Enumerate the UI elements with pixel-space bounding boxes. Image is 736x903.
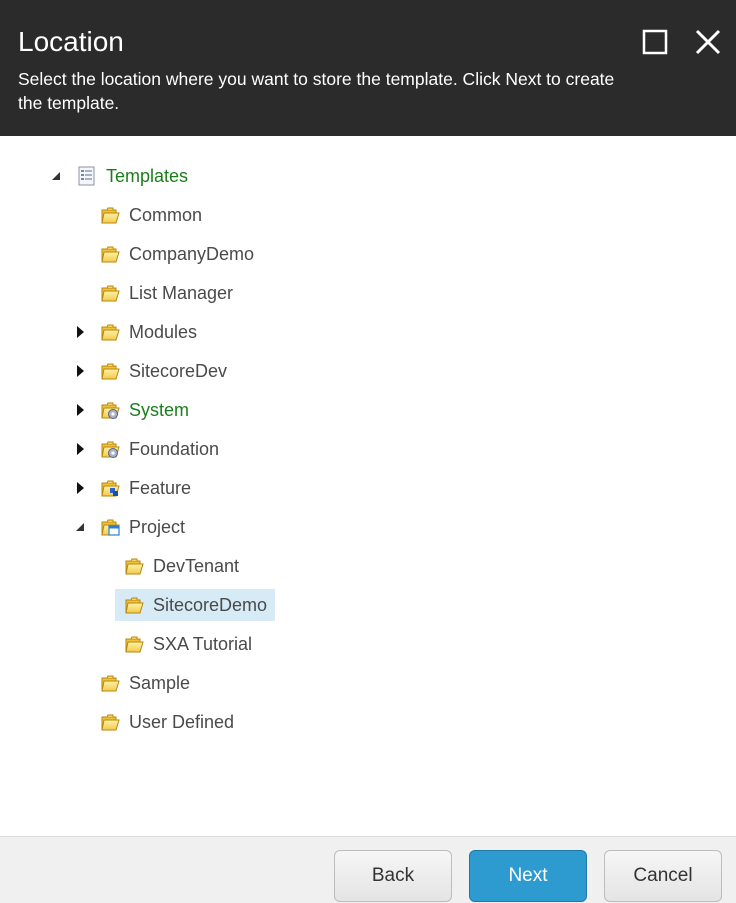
tree-node-label: Feature — [129, 477, 192, 498]
tree-node-label: Common — [129, 204, 203, 225]
tree-node-label: Project — [129, 516, 186, 537]
dialog-header: Location Select the location where you w… — [0, 0, 736, 136]
folder-icon — [99, 360, 121, 382]
tree-node-list-manager[interactable]: List Manager — [99, 277, 233, 309]
tree-node-foundation[interactable]: Foundation — [99, 433, 219, 465]
folder-icon — [99, 282, 121, 304]
collapsed-arrow-icon[interactable] — [73, 442, 87, 456]
cancel-button[interactable]: Cancel — [604, 850, 722, 902]
maximize-icon — [642, 29, 668, 55]
template-icon — [78, 166, 95, 186]
tree-node-sitecoredemo[interactable]: SitecoreDemo — [115, 589, 276, 621]
collapsed-arrow-icon[interactable] — [73, 481, 87, 495]
tree-node-label: SXA Tutorial — [153, 633, 253, 654]
collapsed-arrow-icon[interactable] — [73, 403, 87, 417]
tree-node-sample[interactable]: Sample — [99, 667, 190, 699]
maximize-button[interactable] — [639, 26, 671, 58]
folder-icon — [123, 633, 145, 655]
back-button[interactable]: Back — [334, 850, 452, 902]
template-tree: Templates Common CompanyDemo List Manage… — [0, 136, 736, 836]
tree-node-project[interactable]: Project — [99, 511, 185, 543]
tree-node-label: Sample — [129, 672, 191, 693]
tree-node-modules[interactable]: Modules — [99, 316, 197, 348]
tree-node-label: SitecoreDev — [129, 360, 228, 381]
folder-window-icon — [99, 516, 120, 536]
folder-icon — [99, 711, 121, 733]
tree-node-sxa-tutorial[interactable]: SXA Tutorial — [123, 628, 252, 660]
close-icon — [695, 29, 721, 55]
tree-node-label: DevTenant — [153, 555, 240, 576]
dialog-subtitle: Select the location where you want to st… — [18, 69, 615, 113]
tree-node-templates[interactable]: Templates — [76, 160, 188, 192]
folder-gear-icon — [99, 399, 121, 419]
tree-node-label: User Defined — [129, 711, 235, 732]
dialog-title: Location — [18, 26, 124, 57]
tree-node-label: Templates — [106, 165, 189, 186]
tree-node-label: List Manager — [129, 282, 234, 303]
folder-icon — [123, 594, 145, 616]
expanded-arrow-icon[interactable] — [49, 169, 63, 183]
tree-node-devtenant[interactable]: DevTenant — [123, 550, 239, 582]
dialog-footer: Back Next Cancel — [0, 836, 736, 903]
folder-icon — [99, 321, 121, 343]
tree-node-label: SitecoreDemo — [153, 594, 268, 615]
tree-node-sitecoredev[interactable]: SitecoreDev — [99, 355, 227, 387]
folder-feature-icon — [99, 477, 121, 499]
folder-icon — [99, 672, 121, 694]
tree-node-system[interactable]: System — [99, 394, 189, 426]
folder-gear-icon — [99, 438, 121, 458]
tree-node-label: Modules — [129, 321, 198, 342]
tree-node-label: CompanyDemo — [129, 243, 255, 264]
tree-node-user-defined[interactable]: User Defined — [99, 706, 234, 738]
expanded-arrow-icon[interactable] — [73, 520, 87, 534]
tree-node-companydemo[interactable]: CompanyDemo — [99, 238, 254, 270]
tree-node-label: System — [129, 399, 190, 420]
next-button[interactable]: Next — [469, 850, 587, 902]
close-button[interactable] — [692, 26, 724, 58]
folder-icon — [99, 204, 121, 226]
folder-icon — [99, 243, 121, 265]
folder-icon — [123, 555, 145, 577]
collapsed-arrow-icon[interactable] — [73, 364, 87, 378]
tree-node-feature[interactable]: Feature — [99, 472, 191, 504]
collapsed-arrow-icon[interactable] — [73, 325, 87, 339]
tree-node-common[interactable]: Common — [99, 199, 202, 231]
tree-node-label: Foundation — [129, 438, 220, 459]
